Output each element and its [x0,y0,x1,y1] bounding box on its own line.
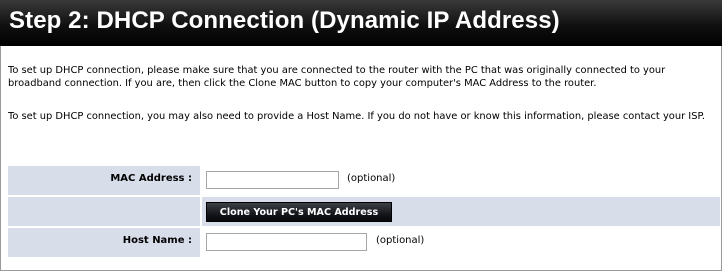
mac-address-label-cell: MAC Address : [8,166,200,195]
host-name-row: Host Name : (optional) [8,228,720,257]
host-name-optional-hint: (optional) [376,235,425,246]
mac-address-label: MAC Address : [110,173,192,184]
host-name-input[interactable] [206,233,367,251]
mac-address-row: MAC Address : (optional) [8,166,720,195]
instruction-paragraph-clone-mac: To set up DHCP connection, please make s… [8,65,666,89]
clone-mac-label-cell [8,197,200,226]
page-header: Step 2: DHCP Connection (Dynamic IP Addr… [0,0,722,47]
mac-address-input[interactable] [206,171,339,189]
clone-mac-row: Clone Your PC's MAC Address [8,197,720,226]
clone-mac-button[interactable]: Clone Your PC's MAC Address [206,202,392,222]
mac-address-optional-hint: (optional) [347,173,396,184]
page-title: Step 2: DHCP Connection (Dynamic IP Addr… [9,7,560,34]
instruction-paragraph-host-name: To set up DHCP connection, you may also … [8,111,706,122]
host-name-value-cell: (optional) [202,228,720,257]
clone-mac-value-cell: Clone Your PC's MAC Address [202,197,720,226]
host-name-label-cell: Host Name : [8,228,200,257]
host-name-label: Host Name : [122,235,192,246]
mac-address-value-cell: (optional) [202,166,720,195]
